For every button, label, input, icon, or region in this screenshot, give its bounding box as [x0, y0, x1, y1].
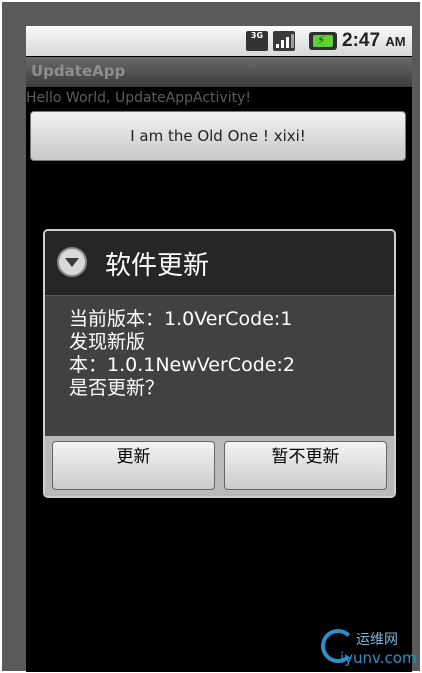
signal-icon [273, 31, 295, 51]
watermark-cn: 运维网 [356, 632, 398, 648]
message-line: 本：1.0.1NewVerCode:2 [69, 354, 295, 376]
status-bar: 3G ⚡ 2:47 AM [26, 26, 412, 56]
message-line: 发现新版 [69, 331, 146, 353]
dialog-title: 软件更新 [105, 251, 210, 281]
clock: 2:47 AM [342, 30, 406, 52]
watermark-en: iyunv.com [340, 649, 417, 667]
message-line: 是否更新？ [69, 377, 165, 399]
battery-icon: ⚡ [309, 32, 337, 50]
not-now-button[interactable]: 暂不更新 [224, 441, 387, 490]
dialog-message: 当前版本：1.0VerCode:1 发现新版 本：1.0.1NewVerCode… [69, 308, 369, 400]
update-dialog: 软件更新 当前版本：1.0VerCode:1 发现新版 本：1.0.1NewVe… [43, 229, 396, 498]
clock-time: 2:47 [342, 30, 381, 51]
old-one-button[interactable]: I am the Old One ! xixi! [30, 111, 406, 161]
watermark-logo: 运维网 iyunv.com [318, 625, 418, 670]
network-label: 3G [250, 31, 264, 40]
3g-icon: 3G [246, 31, 268, 51]
battery-charging-glyph: ⚡ [317, 33, 326, 47]
dialog-header: 软件更新 [45, 231, 394, 296]
screen: 3G ⚡ 2:47 AM UpdateApp Hello World, Upda… [26, 26, 412, 672]
update-button[interactable]: 更新 [52, 441, 215, 490]
app-title: UpdateApp [31, 62, 126, 80]
dialog-body: 当前版本：1.0VerCode:1 发现新版 本：1.0.1NewVerCode… [45, 296, 394, 436]
hello-text: Hello World, UpdateAppActivity! [26, 90, 251, 106]
message-line: 当前版本：1.0VerCode:1 [69, 308, 293, 330]
dialog-button-bar: 更新 暂不更新 [45, 436, 394, 496]
clock-ampm: AM [385, 34, 406, 49]
app-title-bar: UpdateApp [26, 57, 412, 87]
device-frame: 3G ⚡ 2:47 AM UpdateApp Hello World, Upda… [2, 2, 420, 672]
dialog-down-arrow-icon [57, 247, 87, 277]
